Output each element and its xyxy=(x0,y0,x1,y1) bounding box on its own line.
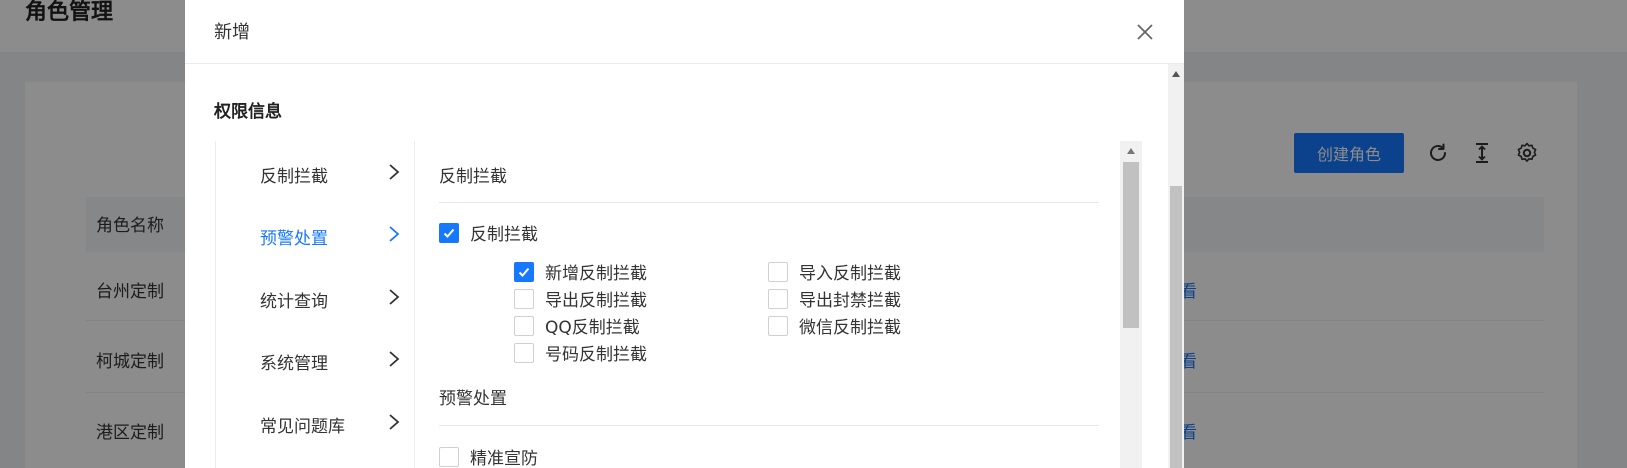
add-modal: 新增 权限信息 反制拦截 预警处置 统计查询 系统管理 常见问题库 反制拦截 反… xyxy=(185,0,1184,468)
checkbox-label: 导出反制拦截 xyxy=(545,291,647,311)
chevron-right-icon xyxy=(389,289,400,305)
checkbox-label: 号码反制拦截 xyxy=(545,345,647,365)
group-divider xyxy=(439,425,1099,426)
permission-nav: 反制拦截 预警处置 统计查询 系统管理 常见问题库 xyxy=(215,141,415,468)
nav-item-label: 统计查询 xyxy=(260,292,328,312)
chevron-right-icon xyxy=(389,226,400,242)
checkbox-label: 反制拦截 xyxy=(470,225,538,245)
checkbox-child[interactable]: 新增反制拦截 xyxy=(514,259,647,284)
scrollbar-thumb[interactable] xyxy=(1170,186,1182,468)
checkbox-label: 精准宣防 xyxy=(470,449,538,468)
checkbox-label: 新增反制拦截 xyxy=(545,264,647,284)
group-divider xyxy=(439,202,1099,203)
scrollbar-thumb[interactable] xyxy=(1123,162,1139,328)
group-label: 预警处置 xyxy=(439,389,507,409)
modal-title: 新增 xyxy=(214,22,250,43)
nav-item-label: 反制拦截 xyxy=(260,167,328,187)
nav-item-label: 预警处置 xyxy=(260,229,328,249)
scroll-up-arrow-icon[interactable] xyxy=(1127,148,1135,154)
nav-item-warning-handling[interactable]: 预警处置 xyxy=(216,214,415,254)
nav-item-label: 系统管理 xyxy=(260,354,328,374)
modal-header: 新增 xyxy=(185,0,1184,64)
group-label: 反制拦截 xyxy=(439,167,507,187)
checkbox-child[interactable]: QQ反制拦截 xyxy=(514,313,640,338)
chevron-right-icon xyxy=(389,351,400,367)
section-title: 权限信息 xyxy=(214,102,282,122)
checkbox-parent[interactable]: 精准宣防 xyxy=(439,444,538,468)
checkbox-child[interactable]: 微信反制拦截 xyxy=(768,313,901,338)
nav-item-label: 常见问题库 xyxy=(260,417,345,437)
checkbox-child[interactable]: 导入反制拦截 xyxy=(768,259,901,284)
permission-panel: 反制拦截 开启 反制拦截 新增反制拦截 导入反制拦截 导出反制拦截 导出封禁拦截 xyxy=(416,141,1099,468)
checkbox-label: QQ反制拦截 xyxy=(545,318,640,338)
checkbox-label: 导出封禁拦截 xyxy=(799,291,901,311)
checkbox-child[interactable]: 号码反制拦截 xyxy=(514,340,647,365)
close-icon[interactable] xyxy=(1131,18,1159,46)
checkbox-child[interactable]: 导出反制拦截 xyxy=(514,286,647,311)
modal-scrollbar[interactable] xyxy=(1168,64,1184,468)
chevron-right-icon xyxy=(389,164,400,180)
panel-scrollbar[interactable] xyxy=(1120,141,1142,468)
checkbox-parent[interactable]: 反制拦截 xyxy=(439,220,538,245)
checkbox-label: 导入反制拦截 xyxy=(799,264,901,284)
check-icon xyxy=(514,261,534,282)
nav-item-system-management[interactable]: 系统管理 xyxy=(216,339,415,379)
checkbox-child[interactable]: 导出封禁拦截 xyxy=(768,286,901,311)
chevron-right-icon xyxy=(389,414,400,430)
nav-item-statistics[interactable]: 统计查询 xyxy=(216,277,415,317)
check-icon xyxy=(439,222,459,243)
checkbox-label: 微信反制拦截 xyxy=(799,318,901,338)
nav-item-counter-intercept[interactable]: 反制拦截 xyxy=(216,152,415,192)
nav-item-faq[interactable]: 常见问题库 xyxy=(216,402,415,442)
scroll-up-arrow-icon[interactable] xyxy=(1172,71,1180,77)
